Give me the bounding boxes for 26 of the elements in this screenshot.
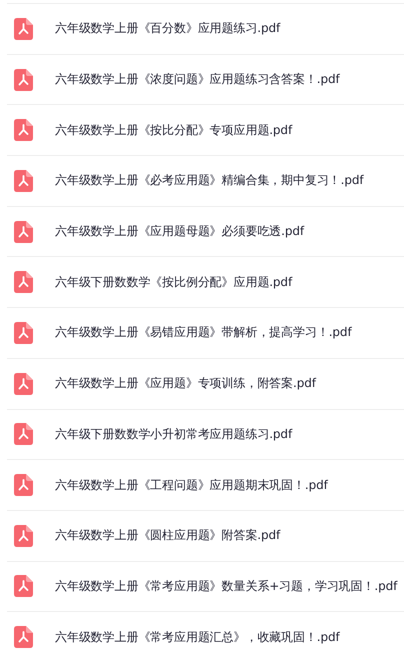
file-name[interactable]: 六年级数学上册《常考应用题汇总》，收藏巩固！.pdf (55, 628, 340, 646)
pdf-file-icon (14, 18, 33, 40)
pdf-file-icon (14, 220, 33, 243)
file-name[interactable]: 六年级数学上册《按比分配》专项应用题.pdf (55, 122, 292, 139)
pdf-file-icon (14, 68, 33, 91)
pdf-file-icon (14, 524, 33, 547)
pdf-file-icon (14, 372, 33, 395)
pdf-file-icon (14, 626, 33, 648)
pdf-file-icon (14, 474, 33, 496)
file-name[interactable]: 六年级数学上册《圆柱应用题》附答案.pdf (55, 527, 280, 544)
file-name[interactable]: 六年级数学上册《应用题母题》必须要吃透.pdf (55, 223, 304, 240)
pdf-file-icon (14, 271, 33, 294)
pdf-file-icon (14, 322, 33, 344)
pdf-file-icon (14, 423, 33, 446)
file-name[interactable]: 六年级数学上册《常考应用题》数量关系+习题，学习巩固！.pdf (55, 578, 398, 595)
file-name[interactable]: 六年级数学上册《百分数》应用题练习.pdf (55, 20, 280, 38)
file-name[interactable]: 六年级下册数数学小升初常考应用题练习.pdf (55, 426, 292, 443)
file-name[interactable]: 六年级数学上册《工程问题》应用题期末巩固！.pdf (55, 476, 328, 494)
pdf-file-icon (14, 119, 33, 142)
file-name[interactable]: 六年级数学上册《应用题》专项训练，附答案.pdf (55, 375, 316, 392)
pdf-file-icon (14, 575, 33, 598)
file-name[interactable]: 六年级数学上册《浓度问题》应用题练习含答案！.pdf (55, 71, 340, 88)
file-name[interactable]: 六年级数学上册《易错应用题》带解析，提高学习！.pdf (55, 324, 352, 342)
pdf-file-icon (14, 170, 33, 192)
file-name[interactable]: 六年级数学上册《必考应用题》精编合集，期中复习！.pdf (55, 172, 364, 190)
file-name[interactable]: 六年级下册数数学《按比例分配》应用题.pdf (55, 274, 292, 291)
